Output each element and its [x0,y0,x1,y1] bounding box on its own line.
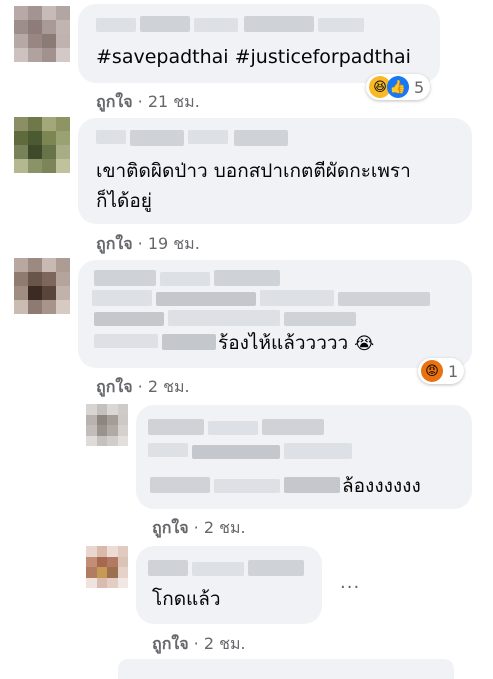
separator: · [137,234,143,253]
blurred-author-name [96,130,126,144]
crying-face-icon: 😭 [354,334,375,354]
avatar[interactable] [14,258,70,314]
like-button[interactable]: ถูกใจ [96,377,133,396]
reply-actions: ถูกใจ · 2 ชม. [152,632,246,657]
blurred-author-name [262,419,324,435]
timestamp[interactable]: 2 ชม. [204,518,246,537]
blurred-author-name [148,419,204,435]
blurred-text [214,479,280,493]
blurred-text [150,477,210,493]
separator: · [137,377,143,396]
blurred-author-name [248,560,304,576]
timestamp[interactable]: 19 ชม. [148,234,200,253]
comment-text-content: ร้องไห้แล้ววววว [218,332,349,354]
blurred-text [284,443,352,459]
blurred-author-name [130,130,184,146]
reaction-count: 5 [414,77,425,97]
blurred-author-name [214,270,280,286]
reply-text: โกดแล้ว [152,588,221,610]
blurred-author-name [194,18,238,32]
more-options-button[interactable]: ... [340,572,360,593]
timestamp[interactable]: 2 ชม. [204,634,246,653]
blurred-author-name [188,130,228,144]
reaction-summary[interactable]: 😆 👍 5 [366,74,431,100]
next-reply-bubble [118,659,454,679]
blurred-author-name [244,16,314,32]
avatar[interactable] [14,6,70,62]
blurred-text [192,445,280,459]
avatar[interactable] [86,546,128,588]
angry-react-icon: 😡 [421,360,443,382]
reply-bubble: ล้องงงงงง [136,405,472,509]
reaction-summary[interactable]: 😡 1 [418,358,465,384]
blurred-text [284,312,356,326]
blurred-author-name [192,562,244,576]
blurred-author-name [160,272,210,286]
timestamp[interactable]: 21 ชม. [148,92,200,111]
separator: · [137,92,143,111]
blurred-text [156,292,256,306]
comment-actions: ถูกใจ · 2 ชม. [96,375,190,400]
separator: · [193,634,199,653]
reply-text: ล้องงงงงง [342,475,421,497]
comment-actions: ถูกใจ · 21 ชม. [96,90,200,115]
blurred-author-name [148,560,188,576]
like-button[interactable]: ถูกใจ [96,234,133,253]
comment-text: #savepadthai #justiceforpadthai [96,46,411,68]
like-react-icon: 👍 [387,76,409,98]
like-button[interactable]: ถูกใจ [152,518,189,537]
comment-text: ก็ได้อยู่ [96,190,152,212]
blurred-text [94,334,158,348]
avatar[interactable] [14,117,70,173]
avatar[interactable] [86,404,128,446]
comment-bubble: เขาติดผิดป่าว บอกสปาเกตตีผัดกะเพรา ก็ได้… [78,118,472,224]
like-button[interactable]: ถูกใจ [152,634,189,653]
blurred-text [168,310,280,326]
separator: · [193,518,199,537]
blurred-text [284,477,340,493]
blurred-text [92,290,152,306]
comment-text: ร้องไห้แล้ววววว 😭 [218,328,374,359]
blurred-author-name [208,421,258,435]
blurred-text [260,290,334,306]
like-button[interactable]: ถูกใจ [96,92,133,111]
reply-actions: ถูกใจ · 2 ชม. [152,516,246,541]
blurred-text [162,334,216,350]
blurred-author-name [96,18,136,32]
reply-bubble: โกดแล้ว [136,546,322,624]
blurred-author-name [318,18,364,32]
comment-bubble: ร้องไห้แล้ววววว 😭 [78,260,472,368]
blurred-author-name [94,270,156,286]
blurred-author-name [140,16,190,32]
blurred-text [148,443,188,457]
timestamp[interactable]: 2 ชม. [148,377,190,396]
comment-text: เขาติดผิดป่าว บอกสปาเกตตีผัดกะเพรา [96,160,411,182]
blurred-author-name [234,130,288,146]
reaction-count: 1 [448,361,459,381]
comment-actions: ถูกใจ · 19 ชม. [96,232,200,257]
blurred-text [338,292,430,306]
comment-bubble: #savepadthai #justiceforpadthai [78,4,440,83]
blurred-text [94,312,164,326]
